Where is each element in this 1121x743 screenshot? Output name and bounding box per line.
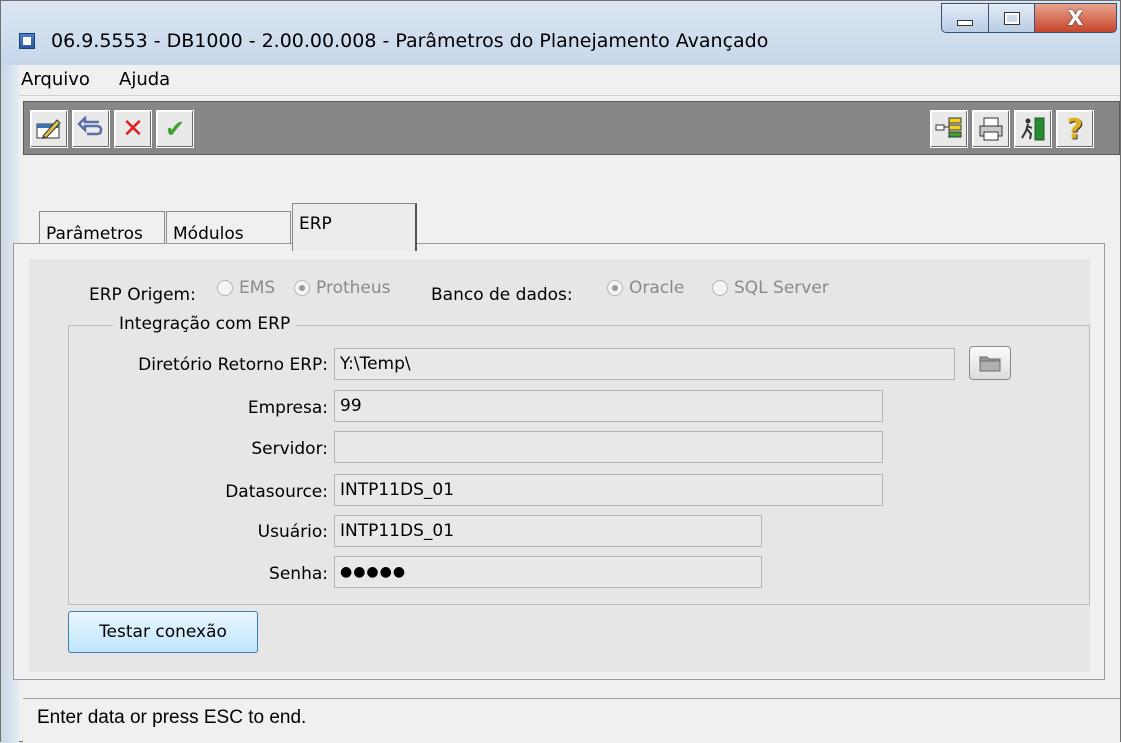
- edit-icon: [36, 119, 61, 139]
- title-bar[interactable]: 06.9.5553 - DB1000 - 2.00.00.008 - Parâm…: [1, 1, 1120, 65]
- exit-icon: [1021, 117, 1045, 141]
- minimize-icon: [957, 20, 973, 26]
- radio-sqlserver-circle: [712, 280, 728, 296]
- app-window: 06.9.5553 - DB1000 - 2.00.00.008 - Parâm…: [0, 0, 1121, 743]
- cancel-icon: ✕: [122, 114, 144, 144]
- menu-bar: Arquivo Ajuda: [19, 65, 1120, 96]
- maximize-button[interactable]: [989, 3, 1035, 33]
- help-button[interactable]: ?: [1056, 110, 1094, 148]
- tree-icon: [935, 117, 962, 138]
- server-input[interactable]: [334, 431, 883, 463]
- password-label: Senha:: [269, 564, 328, 584]
- exit-button[interactable]: [1014, 110, 1052, 148]
- status-text: Enter data or press ESC to end.: [37, 707, 307, 728]
- radio-oracle-label: Oracle: [629, 278, 685, 298]
- password-input[interactable]: ●●●●●: [334, 556, 762, 588]
- confirm-icon: ✔: [164, 115, 186, 143]
- undo-icon: [77, 116, 103, 136]
- undo-button[interactable]: [72, 110, 110, 148]
- tab-erp[interactable]: ERP: [292, 203, 417, 251]
- confirm-button[interactable]: ✔: [156, 110, 194, 148]
- window-title: 06.9.5553 - DB1000 - 2.00.00.008 - Parâm…: [51, 30, 769, 52]
- radio-oracle-circle: [607, 280, 623, 296]
- browse-folder-button[interactable]: [969, 346, 1011, 380]
- datasource-label: Datasource:: [225, 482, 328, 502]
- directory-label: Diretório Retorno ERP:: [138, 355, 328, 375]
- app-icon[interactable]: [19, 33, 35, 49]
- radio-ems-circle: [217, 280, 233, 296]
- company-input[interactable]: 99: [334, 390, 883, 422]
- radio-protheus-circle: [294, 280, 310, 296]
- user-label: Usuário:: [257, 522, 328, 542]
- datasource-input[interactable]: INTP11DS_01: [334, 474, 883, 506]
- menu-arquivo[interactable]: Arquivo: [21, 65, 90, 95]
- user-input[interactable]: INTP11DS_01: [334, 515, 762, 547]
- menu-ajuda[interactable]: Ajuda: [119, 65, 170, 95]
- server-label: Servidor:: [251, 439, 328, 459]
- folder-icon: [979, 356, 1001, 372]
- test-connection-button[interactable]: Testar conexão: [68, 611, 258, 653]
- tree-button[interactable]: [930, 110, 968, 148]
- edit-button[interactable]: [30, 110, 68, 148]
- radio-sqlserver-label: SQL Server: [734, 278, 829, 298]
- radio-ems-label: EMS: [239, 278, 276, 298]
- db-label: Banco de dados:: [431, 285, 573, 305]
- radio-protheus-label: Protheus: [316, 278, 391, 298]
- radio-ems[interactable]: EMS: [217, 277, 275, 299]
- integration-group-title: Integração com ERP: [113, 314, 297, 334]
- maximize-icon: [1003, 11, 1020, 25]
- toolbar: ✕ ✔ ?: [23, 101, 1120, 155]
- radio-sqlserver[interactable]: SQL Server: [712, 277, 829, 299]
- directory-input[interactable]: Y:\Temp\: [334, 348, 955, 380]
- minimize-button[interactable]: [941, 3, 989, 33]
- close-icon: X: [1067, 6, 1084, 30]
- help-icon: ?: [1066, 112, 1084, 145]
- window-controls: X: [941, 3, 1119, 35]
- close-button[interactable]: X: [1035, 3, 1117, 33]
- cancel-button[interactable]: ✕: [114, 110, 152, 148]
- radio-oracle[interactable]: Oracle: [607, 277, 684, 299]
- company-label: Empresa:: [247, 398, 328, 418]
- radio-protheus[interactable]: Protheus: [294, 277, 391, 299]
- print-icon: [979, 117, 1003, 141]
- status-bar: Enter data or press ESC to end.: [23, 698, 1120, 742]
- print-button[interactable]: [972, 110, 1010, 148]
- erp-origin-label: ERP Origem:: [89, 285, 196, 305]
